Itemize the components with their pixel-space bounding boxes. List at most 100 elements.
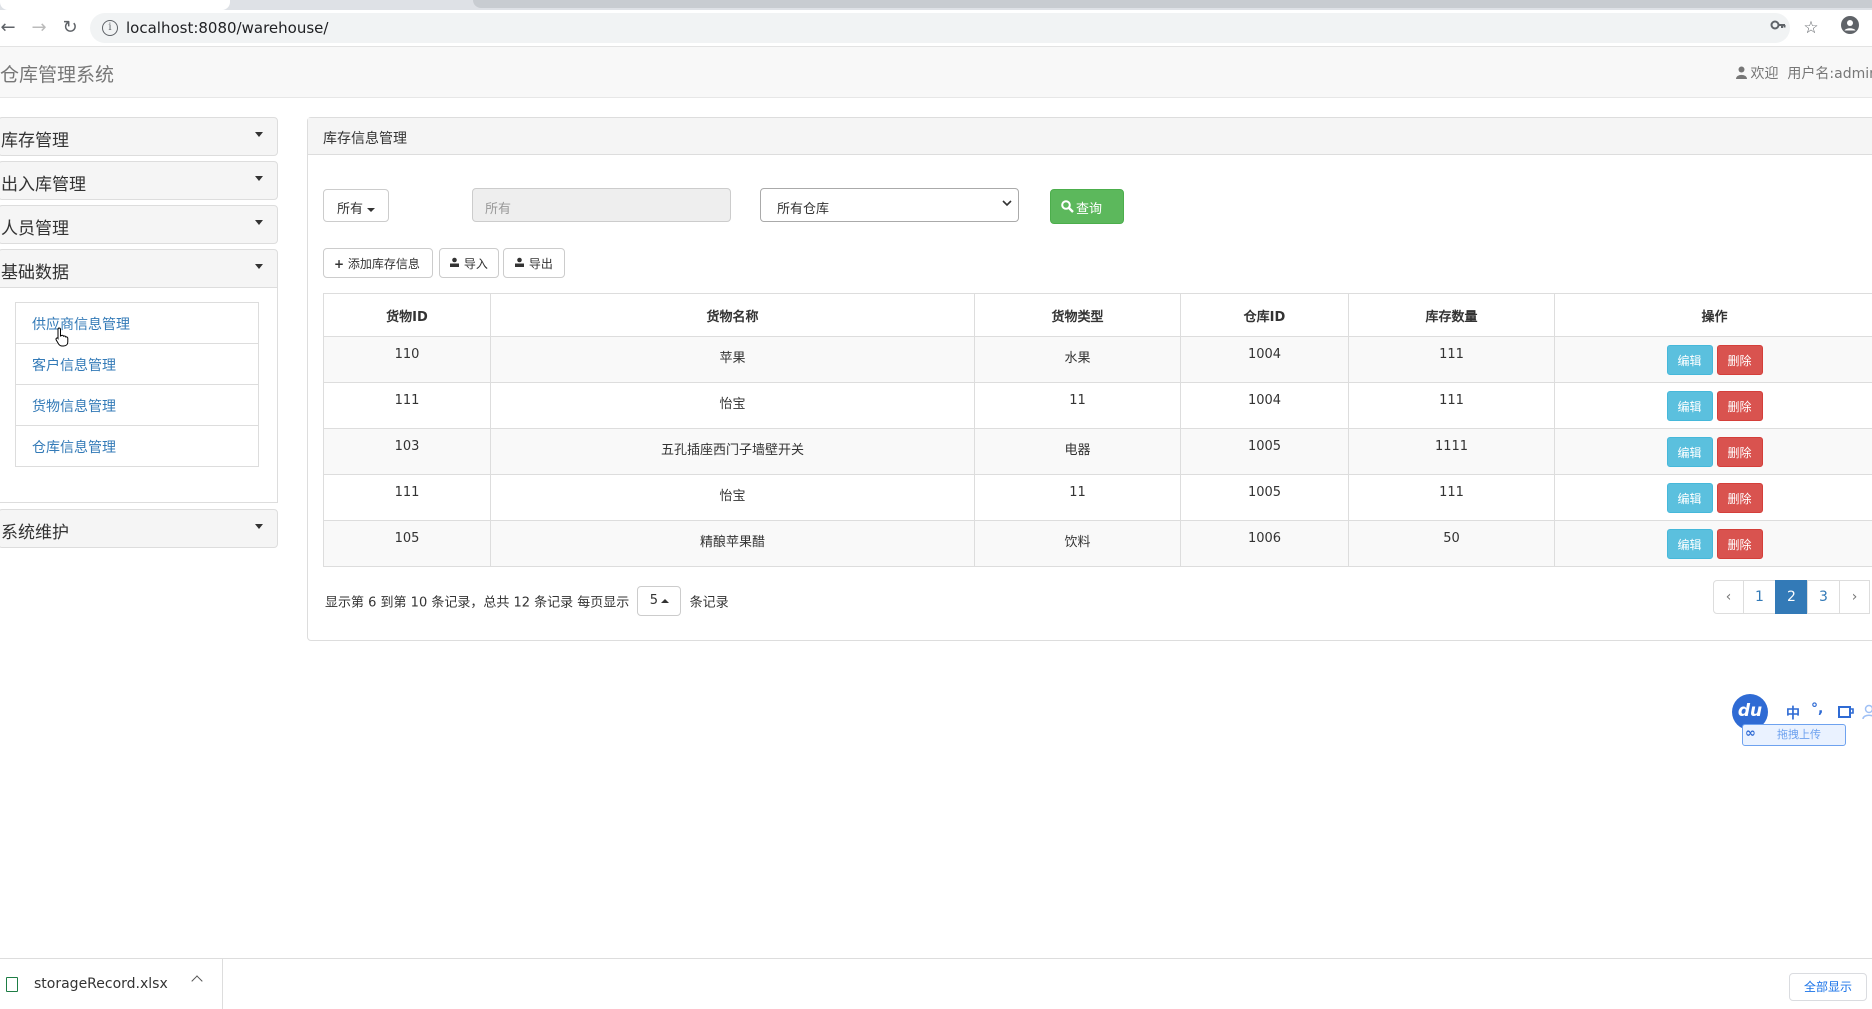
delete-button[interactable]: 删除 xyxy=(1717,483,1763,513)
download-filename[interactable]: storageRecord.xlsx xyxy=(34,976,168,992)
cell-quantity: 111 xyxy=(1349,337,1555,383)
base-data-list: 供应商信息管理 客户信息管理 货物信息管理 仓库信息管理 xyxy=(15,303,259,467)
sidebar-section-label: 出入库管理 xyxy=(1,170,86,195)
address-bar[interactable]: i localhost:8080/warehouse/ xyxy=(90,13,1790,43)
sidebar-section-label: 基础数据 xyxy=(1,258,69,283)
delete-button[interactable]: 删除 xyxy=(1717,391,1763,421)
cell-operation: 编辑删除 xyxy=(1555,337,1872,383)
col-header-warehouse-id[interactable]: 仓库ID xyxy=(1181,294,1349,337)
search-type-dropdown[interactable]: 所有 xyxy=(323,189,389,222)
sidebar-item-label[interactable]: 货物信息管理 xyxy=(16,385,258,416)
page-button-1[interactable]: 1 xyxy=(1743,580,1776,614)
import-button[interactable]: 导入 xyxy=(439,248,499,278)
chevron-up-icon[interactable] xyxy=(191,975,202,986)
ime-skin-icon[interactable] xyxy=(1838,705,1854,719)
inventory-table: 货物ID 货物名称 货物类型 仓库ID 库存数量 操作 110 苹果 水果 10… xyxy=(323,293,1872,567)
panel-heading: 库存信息管理 xyxy=(308,118,1872,155)
sidebar-section-label: 系统维护 xyxy=(1,518,69,543)
col-header-goods-name[interactable]: 货物名称 xyxy=(491,294,975,337)
ime-user-icon[interactable] xyxy=(1862,704,1872,720)
cell-operation: 编辑删除 xyxy=(1555,475,1872,521)
info-icon[interactable]: i xyxy=(102,20,118,36)
import-label: 导入 xyxy=(464,257,488,271)
col-header-quantity[interactable]: 库存数量 xyxy=(1349,294,1555,337)
caret-down-icon xyxy=(255,132,263,137)
sidebar-item-label[interactable]: 客户信息管理 xyxy=(16,344,258,375)
cell-goods-type: 饮料 xyxy=(975,521,1181,567)
export-button[interactable]: 导出 xyxy=(503,248,565,278)
cell-operation: 编辑删除 xyxy=(1555,429,1872,475)
col-header-goods-id[interactable]: 货物ID xyxy=(324,294,491,337)
cell-goods-type: 11 xyxy=(975,383,1181,429)
cell-warehouse-id: 1006 xyxy=(1181,521,1349,567)
sidebar-item-warehouse[interactable]: 仓库信息管理 xyxy=(15,425,259,467)
export-icon xyxy=(514,257,525,268)
pagination-info: 显示第 6 到第 10 条记录，总共 12 条记录 每页显示 5 条记录 xyxy=(325,588,729,618)
caret-down-icon xyxy=(255,524,263,529)
cell-quantity: 1111 xyxy=(1349,429,1555,475)
edit-button[interactable]: 编辑 xyxy=(1667,483,1713,513)
sidebar-section-personnel[interactable]: 人员管理 xyxy=(0,205,278,244)
browser-tab-inactive[interactable] xyxy=(473,0,1872,8)
edit-button[interactable]: 编辑 xyxy=(1667,437,1713,467)
download-item[interactable]: storageRecord.xlsx xyxy=(0,959,223,1009)
hand-cursor-icon xyxy=(55,327,69,347)
url-text[interactable]: localhost:8080/warehouse/ xyxy=(126,19,328,37)
caret-down-icon xyxy=(255,176,263,181)
edit-button[interactable]: 编辑 xyxy=(1667,345,1713,375)
profile-icon[interactable] xyxy=(1838,16,1862,40)
page-prev-button[interactable]: ‹ xyxy=(1713,580,1744,614)
key-icon[interactable] xyxy=(1766,16,1790,40)
cell-operation: 编辑删除 xyxy=(1555,383,1872,429)
ime-mode-toggle[interactable]: 中 xyxy=(1786,703,1800,723)
delete-button[interactable]: 删除 xyxy=(1717,529,1763,559)
add-inventory-button[interactable]: + 添加库存信息 xyxy=(323,248,433,278)
user-info: 欢迎 用户名:admin xyxy=(1736,63,1872,83)
edit-button[interactable]: 编辑 xyxy=(1667,391,1713,421)
browser-tab-active[interactable] xyxy=(0,0,230,10)
col-header-operation: 操作 xyxy=(1555,294,1872,337)
reload-icon[interactable]: ↻ xyxy=(58,16,82,40)
brand-title[interactable]: 仓库管理系统 xyxy=(0,60,114,87)
sidebar-item-customer[interactable]: 客户信息管理 xyxy=(15,343,259,385)
ime-upload-label: 拖拽上传 xyxy=(1777,728,1821,741)
page-button-3[interactable]: 3 xyxy=(1807,580,1840,614)
ime-punctuation-toggle[interactable]: °, xyxy=(1811,701,1823,717)
sidebar-item-label[interactable]: 仓库信息管理 xyxy=(16,426,258,457)
cell-quantity: 50 xyxy=(1349,521,1555,567)
delete-button[interactable]: 删除 xyxy=(1717,345,1763,375)
download-bar: storageRecord.xlsx 全部显示 xyxy=(0,958,1872,1009)
sidebar-item-goods[interactable]: 货物信息管理 xyxy=(15,384,259,426)
page-button-2[interactable]: 2 xyxy=(1775,580,1808,614)
search-type-value: 所有 xyxy=(337,202,363,217)
edit-button[interactable]: 编辑 xyxy=(1667,529,1713,559)
sidebar-item-supplier[interactable]: 供应商信息管理 xyxy=(15,302,259,344)
chevron-down-icon xyxy=(1002,197,1012,212)
pagination-suffix: 条记录 xyxy=(690,596,729,611)
search-input[interactable]: 所有 xyxy=(472,188,731,222)
table-row: 110 苹果 水果 1004 111 编辑删除 xyxy=(324,337,1872,383)
cell-warehouse-id: 1004 xyxy=(1181,383,1349,429)
page-size-dropdown[interactable]: 5 xyxy=(637,586,681,616)
caret-down-icon xyxy=(255,220,263,225)
table-row: 111 怡宝 11 1004 111 编辑删除 xyxy=(324,383,1872,429)
page-next-button[interactable]: › xyxy=(1839,580,1870,614)
back-arrow-icon[interactable]: ← xyxy=(0,16,20,40)
query-button[interactable]: 查询 xyxy=(1050,189,1124,224)
ime-upload-button[interactable]: ∞ 拖拽上传 xyxy=(1742,724,1846,746)
cell-goods-name: 精酿苹果醋 xyxy=(491,521,975,567)
cell-warehouse-id: 1005 xyxy=(1181,475,1349,521)
sidebar-section-inventory[interactable]: 库存管理 xyxy=(0,117,278,156)
col-header-goods-type[interactable]: 货物类型 xyxy=(975,294,1181,337)
sidebar-item-label[interactable]: 供应商信息管理 xyxy=(16,303,258,334)
sidebar-section-system[interactable]: 系统维护 xyxy=(0,509,278,548)
sidebar-section-stock-io[interactable]: 出入库管理 xyxy=(0,161,278,200)
show-all-downloads-button[interactable]: 全部显示 xyxy=(1789,973,1867,1001)
cell-warehouse-id: 1005 xyxy=(1181,429,1349,475)
star-icon[interactable]: ☆ xyxy=(1799,16,1823,40)
cell-quantity: 111 xyxy=(1349,475,1555,521)
forward-arrow-icon[interactable]: → xyxy=(27,16,51,40)
sidebar-section-base-data[interactable]: 基础数据 xyxy=(0,249,278,288)
warehouse-select[interactable]: 所有仓库 xyxy=(760,188,1019,222)
delete-button[interactable]: 删除 xyxy=(1717,437,1763,467)
